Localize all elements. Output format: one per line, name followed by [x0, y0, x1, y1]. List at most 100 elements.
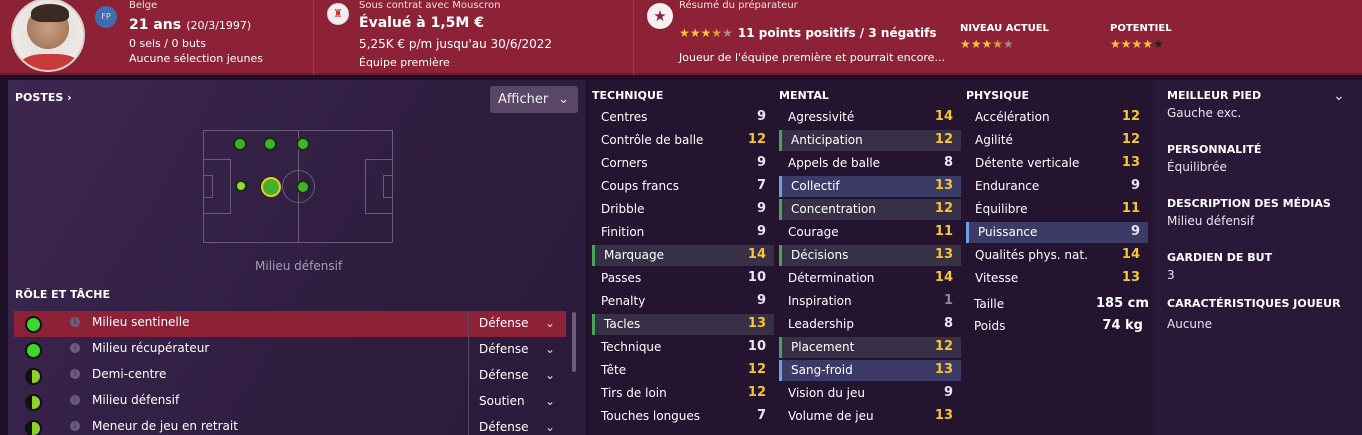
report-label[interactable]: Résumé du préparateur	[679, 0, 798, 11]
attribute-value: 13	[934, 408, 953, 423]
attribute-label: Inspiration	[788, 294, 852, 308]
attribute-row[interactable]: Concentration 12	[779, 199, 961, 220]
attribute-row[interactable]: Collectif 13	[779, 176, 961, 197]
info-icon[interactable]: i	[70, 421, 80, 431]
position-badge: FP	[95, 6, 117, 28]
attribute-value: 9	[756, 201, 766, 216]
attribute-row[interactable]: Tacles 13	[592, 314, 774, 335]
attribute-label: Touches longues	[601, 409, 701, 423]
attribute-value: 12	[747, 132, 766, 147]
attribute-row[interactable]: Qualités phys. nat. 14	[966, 245, 1148, 266]
attribute-label: Tête	[601, 363, 627, 377]
position-dot[interactable]	[233, 137, 247, 151]
attribute-row[interactable]: Penalty 9	[592, 291, 774, 312]
nationality[interactable]: Belge	[129, 0, 157, 11]
header-divider	[633, 0, 634, 75]
position-dot[interactable]	[296, 180, 310, 194]
attribute-row[interactable]: Finition 9	[592, 222, 774, 243]
attribute-row[interactable]: Placement 12	[779, 337, 961, 358]
duty-dropdown[interactable]: Défense ⌄	[468, 337, 565, 363]
duty-dropdown[interactable]: Défense ⌄	[468, 311, 565, 337]
duty-dropdown[interactable]: Défense ⌄	[468, 415, 565, 435]
attribute-row[interactable]: Inspiration 1	[779, 291, 961, 312]
position-dot[interactable]	[296, 137, 310, 151]
attribute-row[interactable]: Puissance 9	[966, 222, 1148, 243]
attribute-label: Équilibre	[975, 202, 1028, 216]
attribute-label: Corners	[601, 156, 648, 170]
role-name: Milieu défensif	[92, 393, 180, 407]
role-row[interactable]: i Milieu récupérateur Défense ⌄	[14, 337, 566, 363]
attribute-row[interactable]: Passes 10	[592, 268, 774, 289]
duty-label: Soutien	[479, 394, 525, 408]
attribute-label: Placement	[791, 340, 855, 354]
role-row[interactable]: i Demi-centre Défense ⌄	[14, 363, 566, 389]
attribute-row[interactable]: Tête 12	[592, 360, 774, 381]
attribute-row[interactable]: Équilibre 11	[966, 199, 1148, 220]
role-row[interactable]: i Meneur de jeu en retrait Défense ⌄	[14, 415, 566, 435]
duty-dropdown[interactable]: Défense ⌄	[468, 363, 565, 389]
player-value: Évalué à 1,5M €	[359, 15, 484, 31]
info-icon[interactable]: i	[70, 395, 80, 405]
attribute-row[interactable]: Volume de jeu 13	[779, 406, 961, 427]
info-icon[interactable]: i	[70, 343, 80, 353]
personality-value: Équilibrée	[1167, 160, 1227, 174]
role-name: Meneur de jeu en retrait	[92, 419, 238, 433]
best-foot-value: Gauche exc.	[1167, 106, 1242, 120]
attribute-row[interactable]: Coups francs 7	[592, 176, 774, 197]
attribute-row[interactable]: Détermination 14	[779, 268, 961, 289]
attribute-value: 13	[934, 247, 953, 262]
attribute-row[interactable]: Vision du jeu 9	[779, 383, 961, 404]
attribute-row[interactable]: Courage 11	[779, 222, 961, 243]
attribute-row[interactable]: Appels de balle 8	[779, 153, 961, 174]
attribute-row[interactable]: Tirs de loin 12	[592, 383, 774, 404]
role-suitability-icon	[25, 342, 42, 359]
attribute-value: 14	[1121, 247, 1140, 262]
club-crest-icon[interactable]: ♜	[327, 3, 349, 25]
positions-title[interactable]: POSTES ›	[15, 91, 72, 104]
height-label: Taille	[974, 297, 1005, 311]
attribute-row[interactable]: Corners 9	[592, 153, 774, 174]
attribute-label: Accélération	[975, 110, 1050, 124]
attribute-row[interactable]: Leadership 8	[779, 314, 961, 335]
attribute-row[interactable]: Décisions 13	[779, 245, 961, 266]
attribute-label: Penalty	[601, 294, 646, 308]
attribute-value: 11	[1121, 201, 1140, 216]
duty-label: Défense	[479, 420, 529, 434]
attribute-row[interactable]: Sang-froid 13	[779, 360, 961, 381]
position-caption: Milieu défensif	[255, 259, 343, 273]
best-foot-label: MEILLEUR PIED	[1167, 89, 1262, 102]
attribute-row[interactable]: Centres 9	[592, 107, 774, 128]
attribute-label: Qualités phys. nat.	[975, 248, 1088, 262]
position-dot[interactable]	[263, 137, 277, 151]
attribute-row[interactable]: Vitesse 13	[966, 268, 1148, 289]
attribute-row[interactable]: Contrôle de balle 12	[592, 130, 774, 151]
info-icon[interactable]: i	[70, 317, 80, 327]
attribute-row[interactable]: Marquage 14	[592, 245, 774, 266]
star-rating-icon: ★★★★	[679, 26, 723, 40]
media-label: DESCRIPTION DES MÉDIAS	[1167, 197, 1331, 210]
attribute-row[interactable]: Endurance 9	[966, 176, 1148, 197]
player-avatar[interactable]	[11, 0, 85, 72]
attribute-label: Courage	[788, 225, 839, 239]
attribute-row[interactable]: Touches longues 7	[592, 406, 774, 427]
info-icon[interactable]: i	[70, 369, 80, 379]
attribute-row[interactable]: Agilité 12	[966, 130, 1148, 151]
duty-dropdown[interactable]: Soutien ⌄	[468, 389, 565, 415]
role-row[interactable]: i Milieu sentinelle Défense ⌄	[14, 311, 566, 337]
chevron-down-icon[interactable]: ⌄	[1333, 88, 1345, 104]
attribute-row[interactable]: Agressivité 14	[779, 107, 961, 128]
attribute-row[interactable]: Dribble 9	[592, 199, 774, 220]
attribute-row[interactable]: Anticipation 12	[779, 130, 961, 151]
selected-position-dot[interactable]	[261, 177, 281, 197]
afficher-dropdown[interactable]: Afficher ⌄	[490, 86, 578, 113]
position-dot[interactable]	[235, 180, 247, 192]
goalkeeper-label: GARDIEN DE BUT	[1167, 251, 1273, 264]
attribute-row[interactable]: Détente verticale 13	[966, 153, 1148, 174]
attribute-row[interactable]: Technique 10	[592, 337, 774, 358]
attribute-label: Tirs de loin	[601, 386, 667, 400]
attribute-row[interactable]: Accélération 12	[966, 107, 1148, 128]
roles-scrollbar[interactable]	[572, 312, 576, 372]
attribute-value: 12	[934, 339, 953, 354]
contract-label[interactable]: Sous contrat avec Mouscron	[359, 0, 500, 11]
role-row[interactable]: i Milieu défensif Soutien ⌄	[14, 389, 566, 415]
